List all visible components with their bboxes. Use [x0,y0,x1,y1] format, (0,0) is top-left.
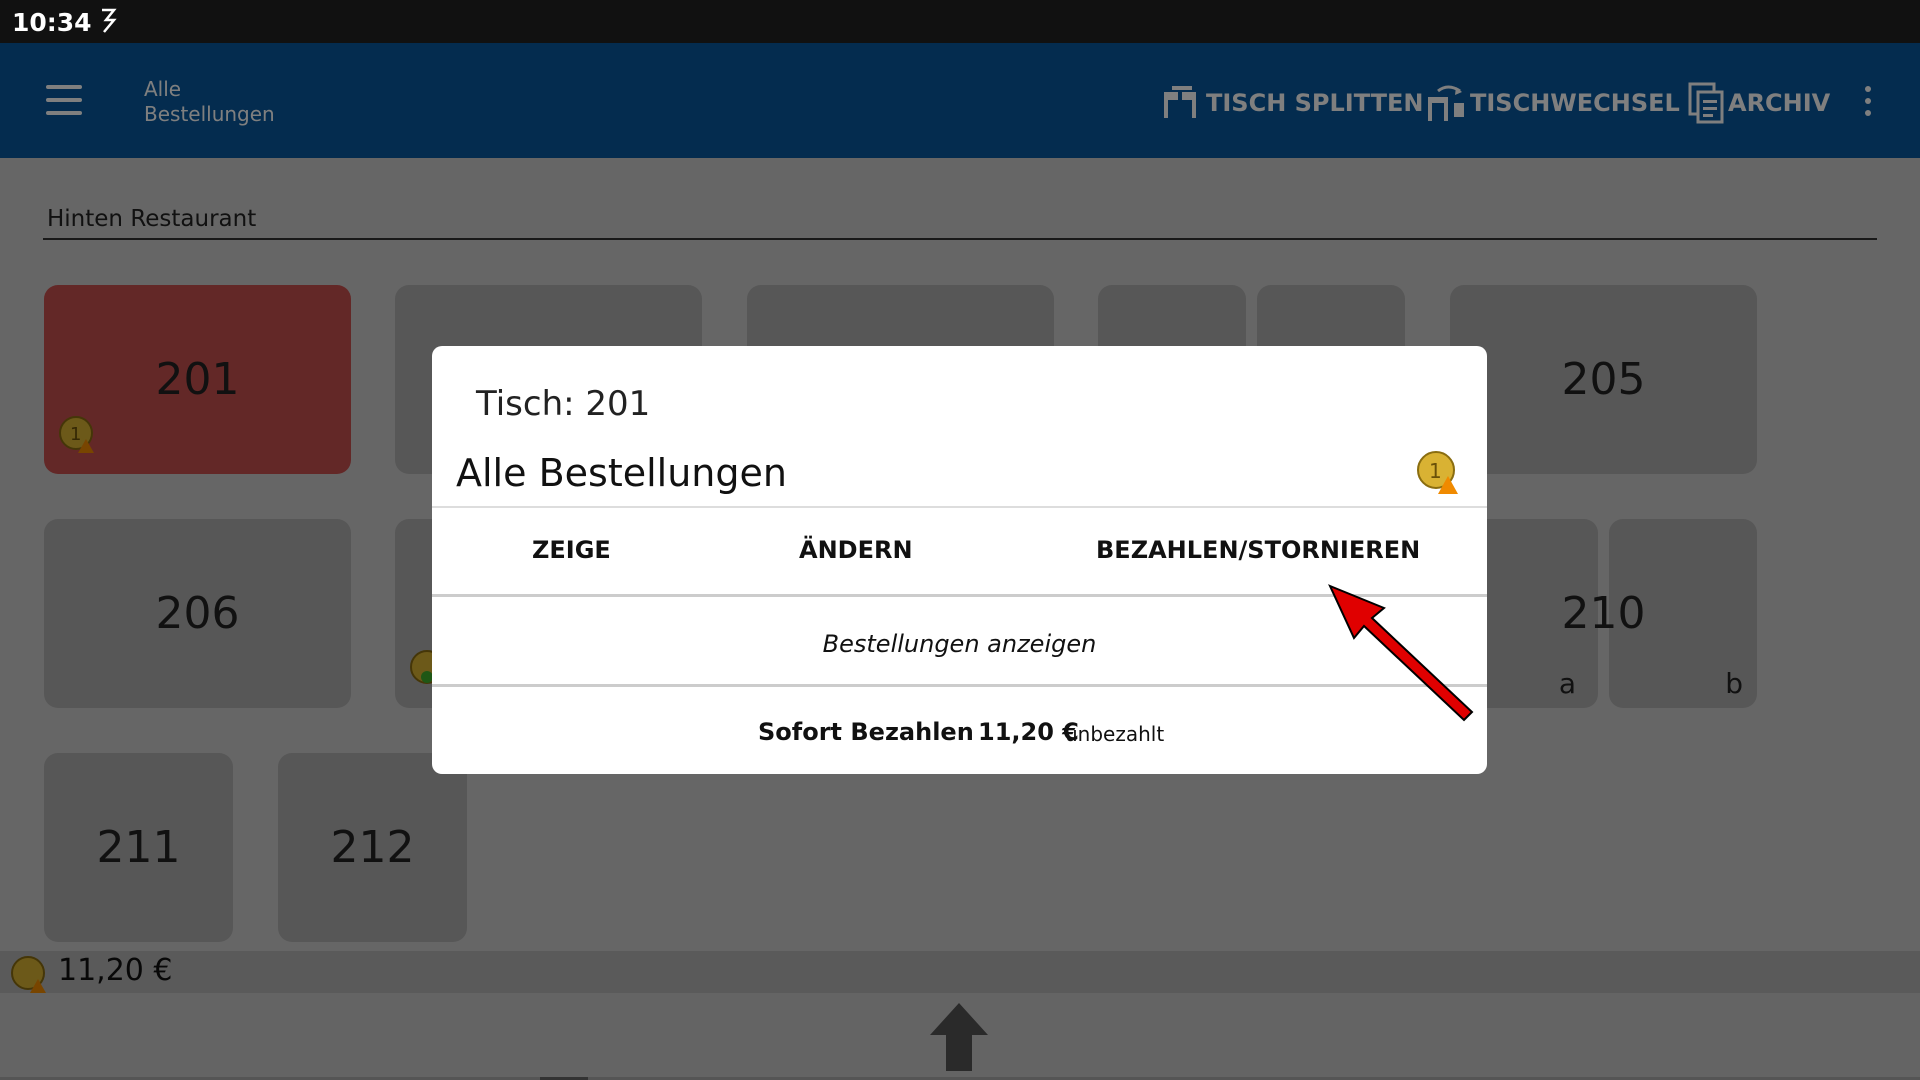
notification-icon [102,8,117,33]
dialog-title: Tisch: 201 [476,384,651,424]
pay-now-button[interactable]: Sofort Bezahlen [758,718,974,746]
status-bar: 10:34 [0,0,1920,43]
coin-warning-icon: 1 [1417,451,1458,494]
show-button[interactable]: ZEIGE [532,536,611,564]
pay-amount: 11,20 € [978,718,1079,746]
status-time: 10:34 [12,8,92,37]
divider [432,506,1487,508]
pay-cancel-button[interactable]: BEZAHLEN/STORNIEREN [1096,536,1420,564]
annotation-arrow-icon [1328,584,1474,722]
svg-text:1: 1 [1429,459,1442,483]
pay-status: unbezahlt [1065,722,1165,746]
dialog-subtitle: Alle Bestellungen [456,451,787,495]
change-button[interactable]: ÄNDERN [799,536,913,564]
